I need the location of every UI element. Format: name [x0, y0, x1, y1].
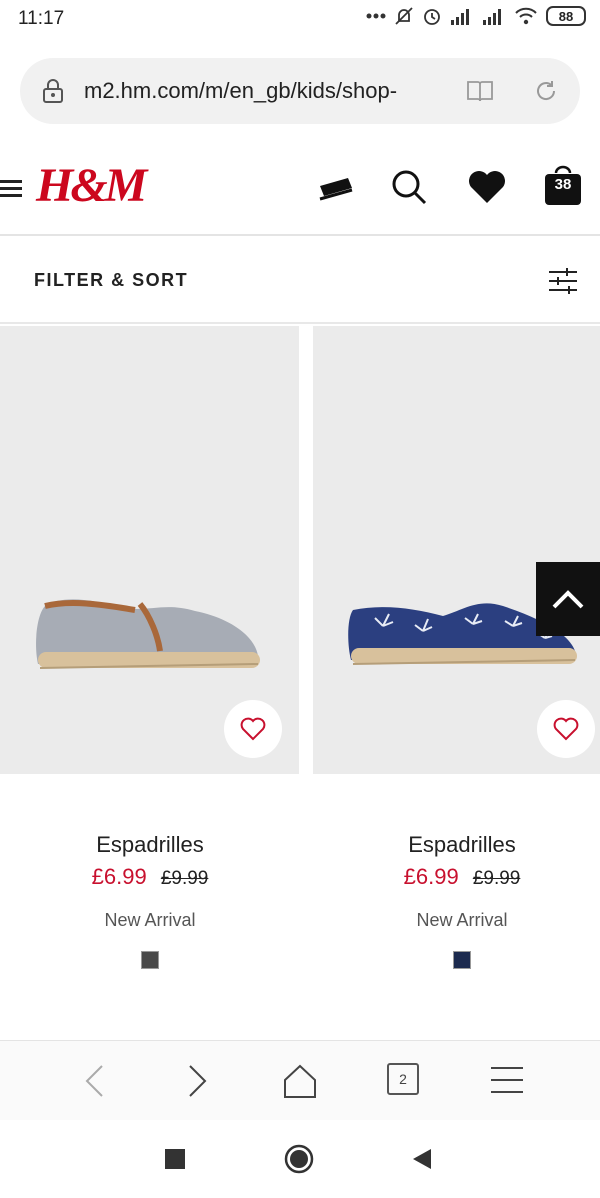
status-bar: 11:17 88	[0, 0, 600, 40]
hm-logo[interactable]: H&M	[36, 158, 147, 213]
tabs-button[interactable]: 2	[387, 1063, 419, 1095]
system-navigation-bar	[0, 1120, 600, 1198]
filter-sort-bar[interactable]: FILTER & SORT	[0, 238, 600, 324]
back-triangle-icon[interactable]	[412, 1148, 432, 1170]
membership-card-icon[interactable]	[316, 172, 356, 204]
product-card-2[interactable]: Espadrilles £6.99 £9.99 New Arrival	[312, 832, 600, 969]
product-name[interactable]: Espadrilles	[312, 832, 600, 858]
color-swatch[interactable]	[453, 951, 471, 969]
shopping-bag-button[interactable]: 38	[544, 164, 582, 206]
product-name[interactable]: Espadrilles	[0, 832, 300, 858]
status-time: 11:17	[18, 8, 65, 29]
alarm-icon	[424, 9, 440, 25]
price-row: £6.99 £9.99	[312, 864, 600, 890]
home-icon[interactable]	[282, 1063, 318, 1099]
product-card-1[interactable]: Espadrilles £6.99 £9.99 New Arrival	[0, 832, 300, 969]
heart-outline-icon	[240, 717, 266, 741]
original-price: £9.99	[160, 868, 209, 889]
browser-menu-icon[interactable]	[490, 1065, 524, 1095]
heart-outline-icon	[553, 717, 579, 741]
recents-square-icon[interactable]	[165, 1149, 185, 1169]
forward-arrow-icon[interactable]	[186, 1063, 210, 1099]
add-to-favourites-button[interactable]	[224, 700, 282, 758]
product-image-2[interactable]	[313, 326, 600, 774]
filter-sort-label[interactable]: FILTER & SORT	[34, 270, 188, 291]
original-price: £9.99	[472, 868, 521, 889]
wifi-icon	[515, 7, 537, 25]
status-icons: 88	[366, 6, 586, 26]
sale-price: £6.99	[91, 864, 147, 889]
lock-icon	[43, 79, 63, 103]
new-arrival-label: New Arrival	[416, 910, 508, 930]
price-row: £6.99 £9.99	[0, 864, 300, 890]
do-not-disturb-icon	[395, 7, 413, 25]
search-icon[interactable]	[390, 168, 428, 206]
reader-mode-icon[interactable]	[466, 79, 494, 103]
home-circle-icon[interactable]	[284, 1144, 314, 1174]
favourites-heart-icon[interactable]	[468, 170, 506, 204]
back-to-top-button[interactable]	[536, 562, 600, 636]
product-image-1[interactable]	[0, 326, 299, 774]
menu-icon[interactable]	[0, 178, 24, 200]
sale-price: £6.99	[403, 864, 459, 889]
more-dots-icon	[366, 13, 386, 19]
back-arrow-icon[interactable]	[82, 1063, 106, 1099]
address-bar[interactable]: m2.hm.com/m/en_gb/kids/shop-	[20, 58, 580, 124]
new-arrival-label: New Arrival	[104, 910, 196, 930]
browser-toolbar: 2	[0, 1040, 600, 1120]
reload-icon[interactable]	[534, 79, 558, 103]
filter-sliders-icon[interactable]	[548, 268, 578, 294]
url-text[interactable]: m2.hm.com/m/en_gb/kids/shop-	[84, 78, 456, 104]
signal-icon	[451, 9, 469, 25]
add-to-favourites-button[interactable]	[537, 700, 595, 758]
battery-icon: 88	[546, 6, 586, 26]
site-header: H&M 38	[0, 140, 600, 236]
color-swatch[interactable]	[141, 951, 159, 969]
signal-icon	[483, 9, 501, 25]
chevron-up-icon	[552, 590, 584, 609]
tab-count: 2	[387, 1063, 419, 1095]
bag-count-badge: 38	[554, 176, 572, 193]
